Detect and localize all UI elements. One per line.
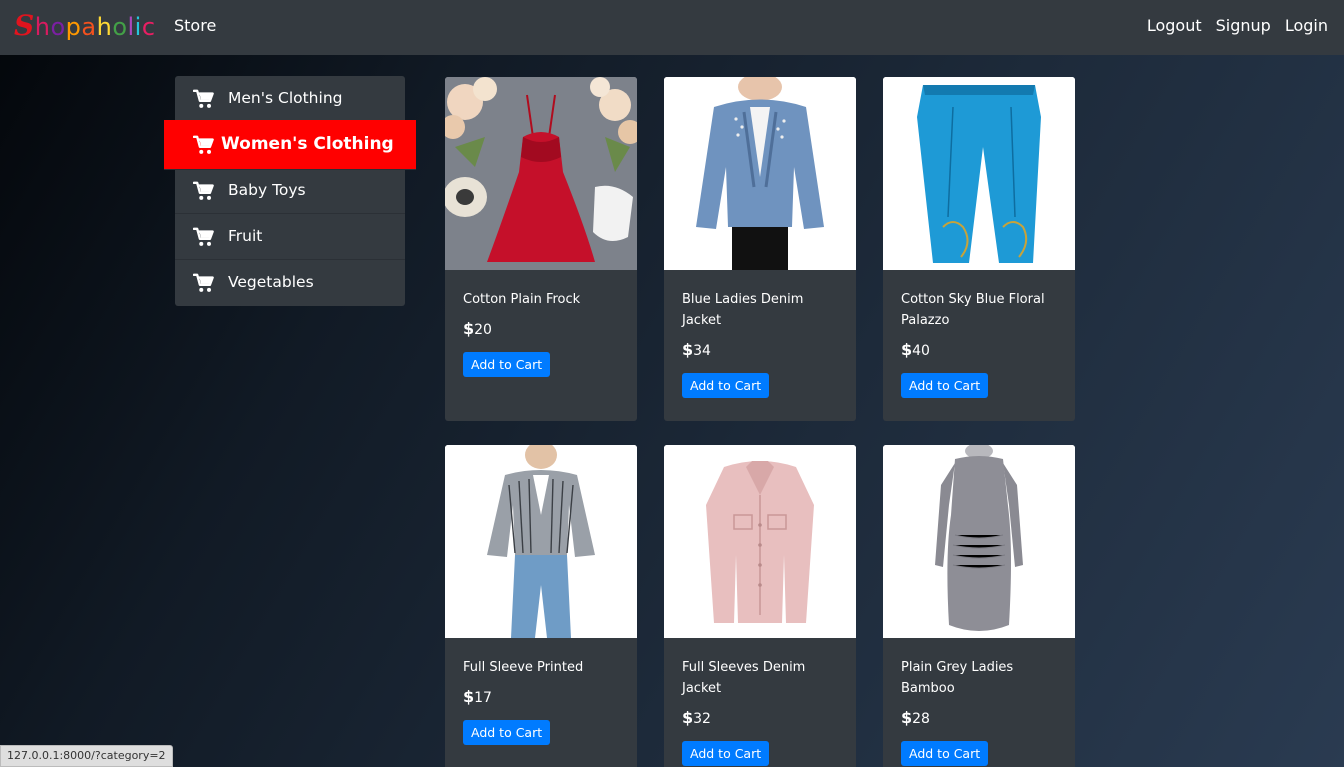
product-name: Cotton Sky Blue Floral Palazzo: [901, 292, 1045, 328]
product-image-denim-jacket[interactable]: [664, 77, 856, 270]
brand-letter: S: [14, 9, 35, 42]
price-value: 34: [693, 343, 711, 359]
brand-letter: i: [134, 13, 142, 41]
navbar: Shopaholic Store Logout Signup Login: [0, 0, 1344, 55]
product-image-striped-top[interactable]: [445, 445, 637, 638]
add-to-cart-button[interactable]: Add to Cart: [463, 720, 551, 745]
sidebar-item-label: Fruit: [228, 227, 263, 245]
brand-letter: h: [96, 13, 113, 41]
add-to-cart-button[interactable]: Add to Cart: [682, 741, 770, 766]
brand-letter: l: [127, 13, 135, 41]
product-name: Full Sleeves Denim Jacket: [682, 660, 806, 696]
signup-link[interactable]: Signup: [1216, 16, 1271, 35]
product-name: Full Sleeve Printed: [463, 660, 584, 675]
sidebar-item-fruit[interactable]: Fruit: [175, 214, 405, 260]
dollar-icon: $: [682, 708, 694, 727]
sidebar-item-label: Baby Toys: [228, 181, 306, 199]
price-value: 28: [912, 711, 930, 727]
product-name: Plain Grey Ladies Bamboo: [901, 660, 1014, 696]
price-value: 20: [474, 322, 492, 338]
sidebar-item-label: Vegetables: [228, 273, 314, 291]
product-price: $40: [901, 340, 1057, 359]
brand-letter: o: [112, 13, 128, 41]
sidebar-item-mens-clothing[interactable]: Men's Clothing: [175, 76, 405, 122]
nav-store-link[interactable]: Store: [174, 16, 216, 35]
cart-icon: [193, 135, 214, 154]
dollar-icon: $: [901, 340, 913, 359]
dollar-icon: $: [682, 340, 694, 359]
sidebar-item-label: Women's Clothing: [221, 134, 394, 154]
product-card-body: Full Sleeve Printed $17 Add to Cart: [445, 638, 637, 763]
product-card: Cotton Plain Frock $20 Add to Cart: [445, 77, 637, 421]
product-card: Full Sleeve Printed $17 Add to Cart: [445, 445, 637, 767]
sidebar-item-womens-clothing[interactable]: Women's Clothing: [164, 120, 416, 170]
product-card-body: Blue Ladies Denim Jacket $34 Add to Cart: [664, 270, 856, 416]
sidebar-item-label: Men's Clothing: [228, 89, 343, 107]
add-to-cart-button[interactable]: Add to Cart: [901, 741, 989, 766]
sidebar-item-vegetables[interactable]: Vegetables: [175, 260, 405, 306]
dollar-icon: $: [463, 687, 475, 706]
cart-icon: [193, 227, 214, 246]
product-card: Blue Ladies Denim Jacket $34 Add to Cart: [664, 77, 856, 421]
product-image-grey-dress[interactable]: [883, 445, 1075, 638]
browser-status-url: 127.0.0.1:8000/?category=2: [0, 745, 173, 767]
product-card: Cotton Sky Blue Floral Palazzo $40 Add t…: [883, 77, 1075, 421]
logout-link[interactable]: Logout: [1147, 16, 1202, 35]
product-price: $28: [901, 708, 1057, 727]
product-card-body: Full Sleeves Denim Jacket $32 Add to Car…: [664, 638, 856, 767]
brand-letter: c: [141, 13, 156, 41]
add-to-cart-button[interactable]: Add to Cart: [463, 352, 551, 377]
product-card-body: Cotton Sky Blue Floral Palazzo $40 Add t…: [883, 270, 1075, 416]
product-card-body: Plain Grey Ladies Bamboo $28 Add to Cart: [883, 638, 1075, 767]
dollar-icon: $: [463, 319, 475, 338]
product-price: $32: [682, 708, 838, 727]
product-name: Cotton Plain Frock: [463, 292, 581, 307]
price-value: 40: [912, 343, 930, 359]
cart-icon: [193, 181, 214, 200]
brand-letter: h: [34, 13, 51, 41]
price-value: 32: [693, 711, 711, 727]
cart-icon: [193, 273, 214, 292]
category-sidebar: Men's Clothing Women's Clothing Baby Toy…: [164, 76, 416, 306]
nav-auth-links: Logout Signup Login: [1147, 16, 1328, 35]
login-link[interactable]: Login: [1285, 16, 1328, 35]
add-to-cart-button[interactable]: Add to Cart: [901, 373, 989, 398]
product-price: $34: [682, 340, 838, 359]
brand-logo[interactable]: Shopaholic: [14, 9, 156, 44]
product-card: Full Sleeves Denim Jacket $32 Add to Car…: [664, 445, 856, 767]
product-image-pink-jacket[interactable]: [664, 445, 856, 638]
product-price: $17: [463, 687, 619, 706]
brand-letter: p: [65, 13, 82, 41]
add-to-cart-button[interactable]: Add to Cart: [682, 373, 770, 398]
sidebar-item-baby-toys[interactable]: Baby Toys: [175, 168, 405, 214]
dollar-icon: $: [901, 708, 913, 727]
product-image-red-dress[interactable]: [445, 77, 637, 270]
product-price: $20: [463, 319, 619, 338]
product-card: Plain Grey Ladies Bamboo $28 Add to Cart: [883, 445, 1075, 767]
brand-letter: o: [50, 13, 66, 41]
price-value: 17: [474, 690, 492, 706]
brand-letter: a: [81, 13, 97, 41]
cart-icon: [193, 89, 214, 108]
product-image-blue-palazzo[interactable]: [883, 77, 1075, 270]
product-name: Blue Ladies Denim Jacket: [682, 292, 804, 328]
product-card-body: Cotton Plain Frock $20 Add to Cart: [445, 270, 637, 395]
